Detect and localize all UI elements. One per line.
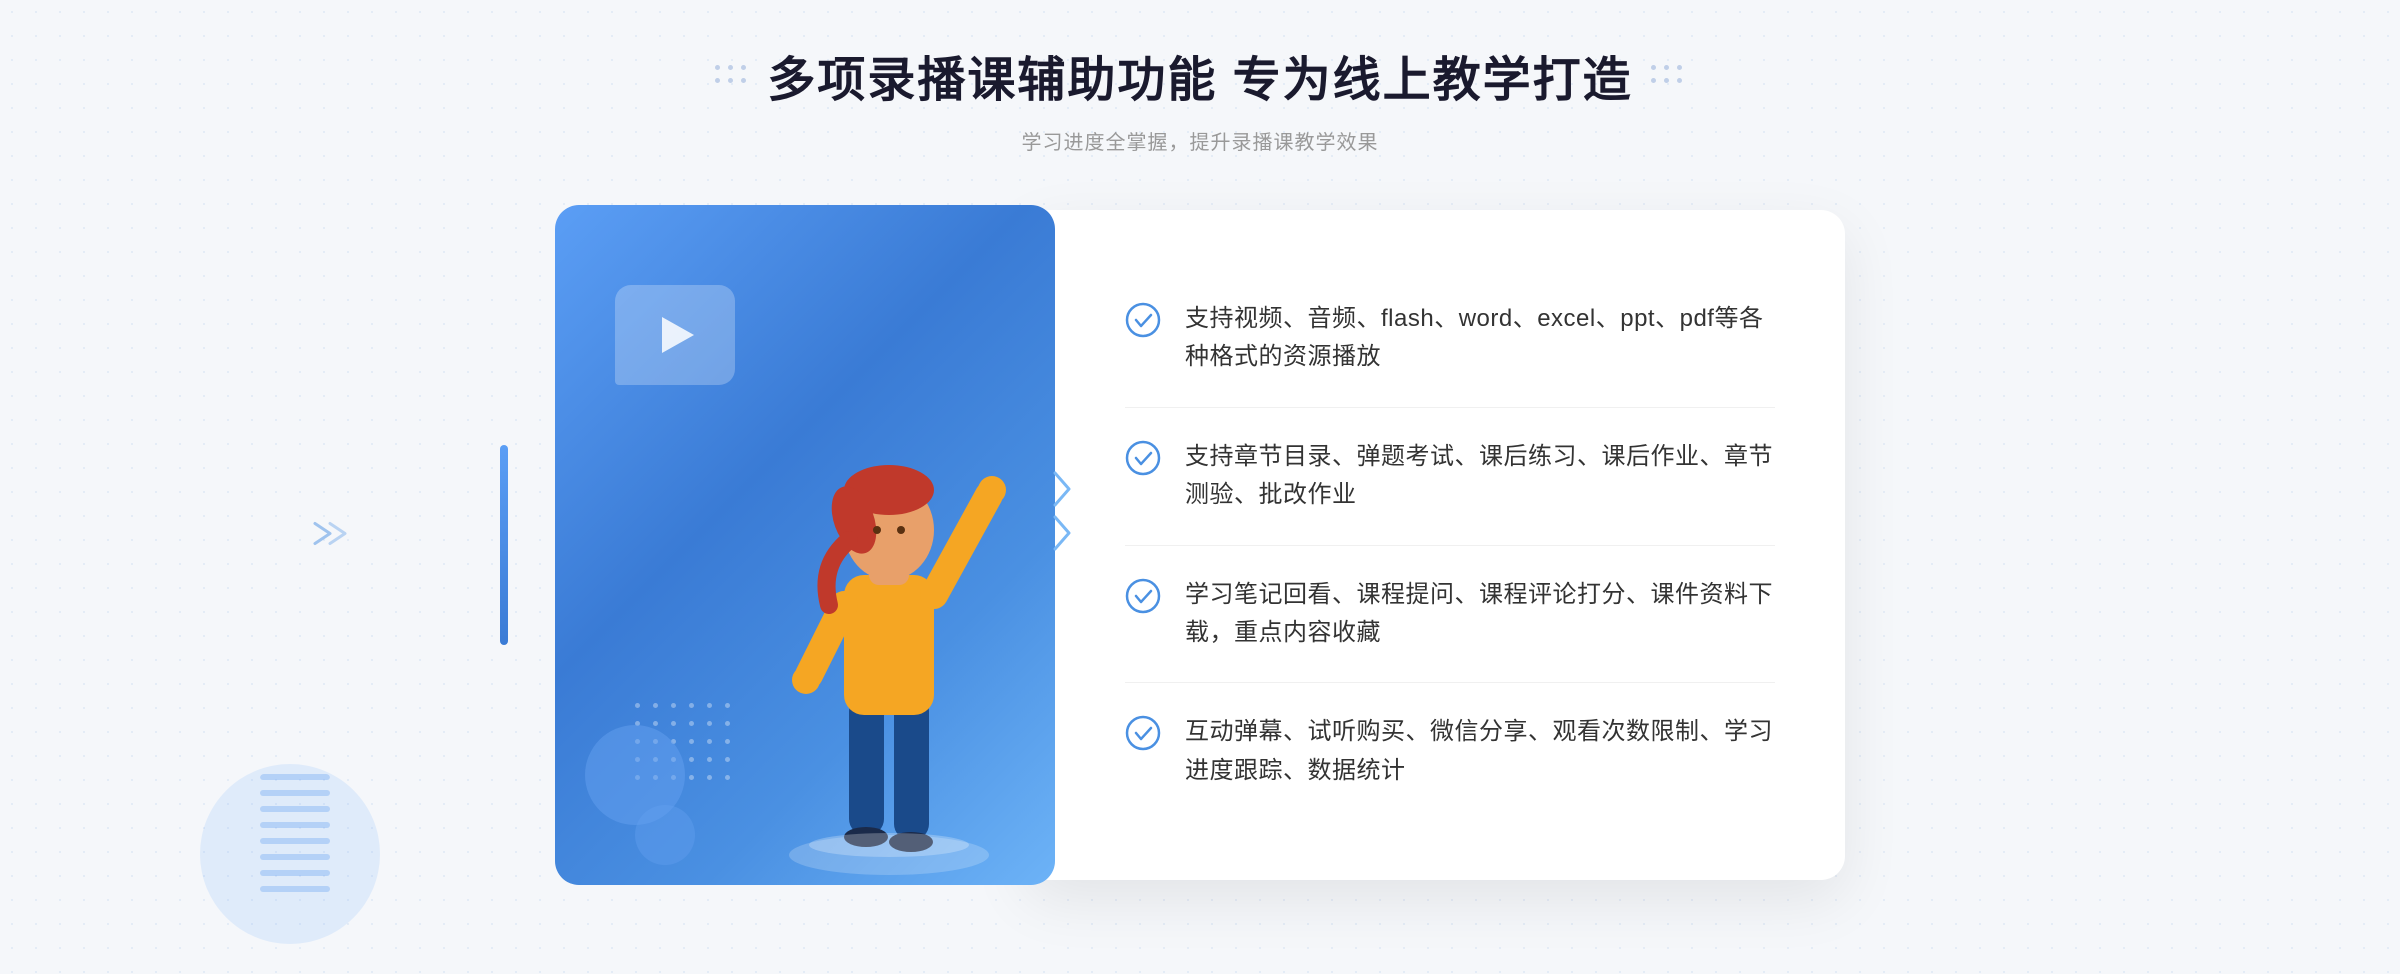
striped-rect-decoration bbox=[260, 774, 330, 894]
check-icon-2 bbox=[1125, 440, 1161, 476]
feature-text-1: 支持视频、音频、flash、word、excel、ppt、pdf等各种格式的资源… bbox=[1185, 300, 1775, 377]
page-subtitle: 学习进度全掌握，提升录播课教学效果 bbox=[715, 126, 1684, 155]
page-title: 多项录播课辅助功能 专为线上教学打造 bbox=[767, 40, 1632, 110]
features-card: 支持视频、音频、flash、word、excel、ppt、pdf等各种格式的资源… bbox=[1025, 210, 1845, 880]
dot bbox=[728, 78, 733, 83]
feature-item-1: 支持视频、音频、flash、word、excel、ppt、pdf等各种格式的资源… bbox=[1125, 270, 1775, 408]
header-deco-dots-right bbox=[1651, 65, 1685, 86]
dot bbox=[1664, 65, 1669, 70]
check-icon-1 bbox=[1125, 302, 1161, 338]
content-area: 支持视频、音频、flash、word、excel、ppt、pdf等各种格式的资源… bbox=[500, 205, 1900, 885]
check-icon-3 bbox=[1125, 578, 1161, 614]
header-title-row: 多项录播课辅助功能 专为线上教学打造 bbox=[715, 40, 1684, 110]
dot bbox=[1677, 65, 1682, 70]
play-bubble bbox=[615, 285, 735, 385]
feature-text-2: 支持章节目录、弹题考试、课后练习、课后作业、章节测验、批改作业 bbox=[1185, 438, 1775, 515]
dot bbox=[728, 65, 733, 70]
circle-decoration-2 bbox=[635, 805, 695, 865]
dot bbox=[715, 78, 720, 83]
dot bbox=[1651, 65, 1656, 70]
feature-text-4: 互动弹幕、试听购买、微信分享、观看次数限制、学习进度跟踪、数据统计 bbox=[1185, 713, 1775, 790]
header-deco-dots-left bbox=[715, 65, 749, 86]
dot bbox=[1664, 78, 1669, 83]
play-icon bbox=[662, 317, 694, 353]
accent-bar bbox=[500, 445, 508, 645]
page-container: 多项录播课辅助功能 专为线上教学打造 学习进度全掌握，提升录播课教学效果 bbox=[0, 0, 2400, 974]
check-icon-4 bbox=[1125, 715, 1161, 751]
dot bbox=[741, 65, 746, 70]
header-section: 多项录播课辅助功能 专为线上教学打造 学习进度全掌握，提升录播课教学效果 bbox=[715, 40, 1684, 155]
illustration-card bbox=[555, 205, 1055, 885]
feature-item-2: 支持章节目录、弹题考试、课后练习、课后作业、章节测验、批改作业 bbox=[1125, 408, 1775, 546]
dot bbox=[715, 65, 720, 70]
dot bbox=[1651, 78, 1656, 83]
feature-text-3: 学习笔记回看、课程提问、课程评论打分、课件资料下载，重点内容收藏 bbox=[1185, 576, 1775, 653]
feature-item-4: 互动弹幕、试听购买、微信分享、观看次数限制、学习进度跟踪、数据统计 bbox=[1125, 683, 1775, 820]
left-chevron-arrows bbox=[310, 518, 360, 553]
person-illustration bbox=[749, 365, 1029, 885]
right-chevron-decoration bbox=[1053, 469, 1073, 553]
feature-item-3: 学习笔记回看、课程提问、课程评论打分、课件资料下载，重点内容收藏 bbox=[1125, 546, 1775, 684]
dot bbox=[741, 78, 746, 83]
dot bbox=[1677, 78, 1682, 83]
